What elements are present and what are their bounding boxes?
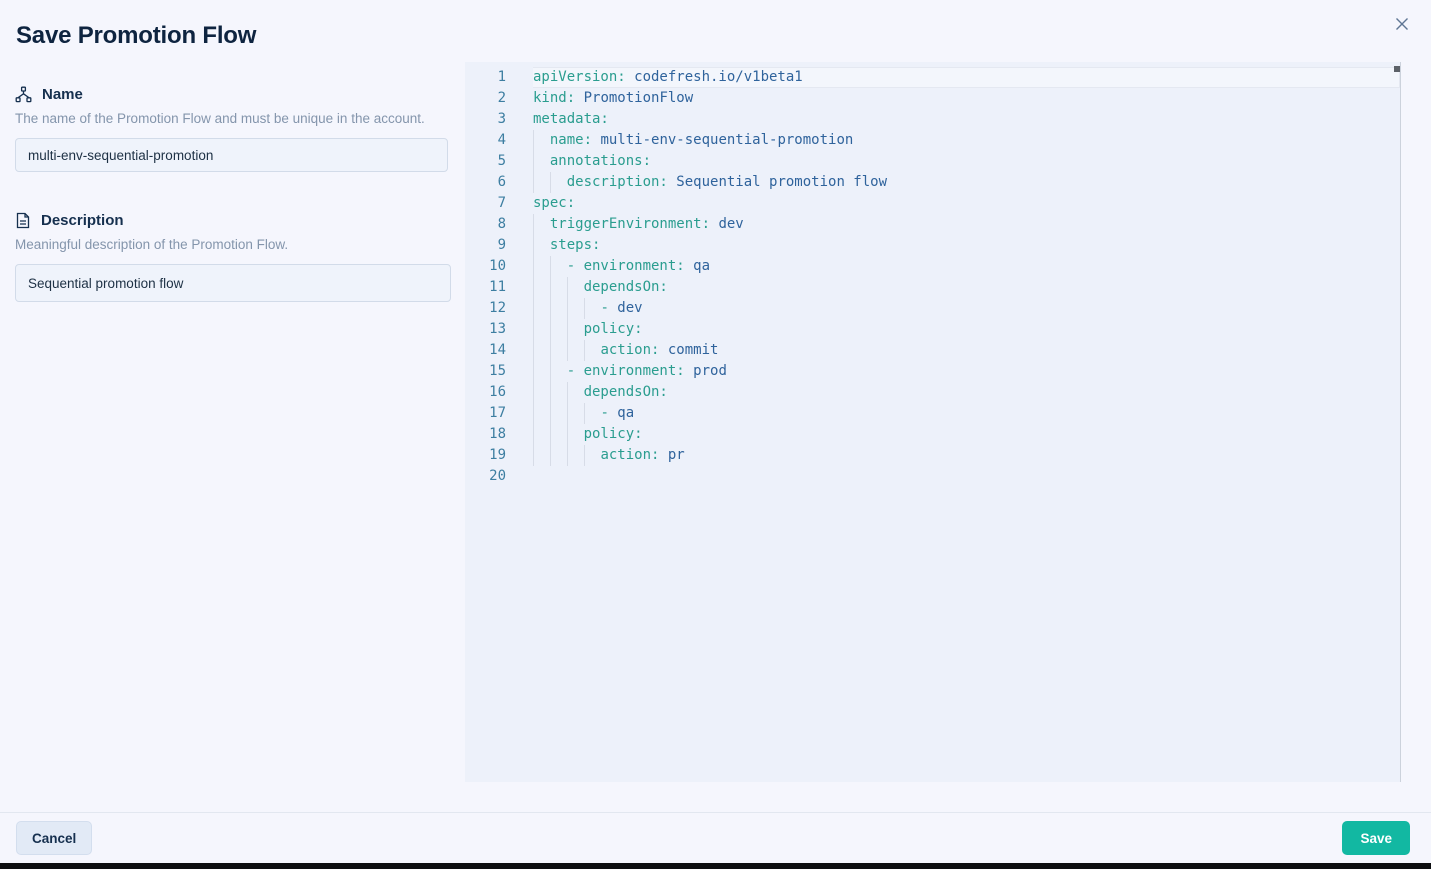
- code-line[interactable]: action: commit: [533, 340, 1400, 361]
- dialog-footer: Cancel Save: [0, 812, 1431, 863]
- description-field-header: Description: [15, 210, 450, 230]
- page-title: Save Promotion Flow: [16, 22, 256, 50]
- code-line[interactable]: - qa: [533, 403, 1400, 424]
- code-line[interactable]: action: pr: [533, 445, 1400, 466]
- line-number: 8: [465, 214, 506, 235]
- save-button[interactable]: Save: [1342, 821, 1410, 855]
- code-line[interactable]: policy:: [533, 424, 1400, 445]
- document-icon: [15, 212, 31, 229]
- save-promotion-flow-dialog: Save Promotion Flow Name The name of the…: [0, 0, 1431, 869]
- description-field-help: Meaningful description of the Promotion …: [15, 237, 450, 252]
- line-number: 4: [465, 130, 506, 151]
- description-input[interactable]: [15, 264, 451, 302]
- line-number: 13: [465, 319, 506, 340]
- line-number: 10: [465, 256, 506, 277]
- name-field-label: Name: [42, 86, 83, 103]
- overview-ruler-cursor-marker: [1394, 66, 1401, 72]
- code-line[interactable]: - environment: prod: [533, 361, 1400, 382]
- code-line[interactable]: [533, 466, 1400, 487]
- close-button[interactable]: [1392, 14, 1412, 34]
- line-number: 2: [465, 88, 506, 109]
- bottom-edge-strip: [0, 863, 1431, 869]
- yaml-editor[interactable]: 1234567891011121314151617181920 apiVersi…: [465, 62, 1401, 782]
- line-number: 7: [465, 193, 506, 214]
- line-number: 16: [465, 382, 506, 403]
- line-number: 18: [465, 424, 506, 445]
- line-number: 6: [465, 172, 506, 193]
- code-line[interactable]: apiVersion: codefresh.io/v1beta1: [533, 67, 1400, 88]
- name-field-group: Name The name of the Promotion Flow and …: [15, 84, 450, 172]
- code-line[interactable]: spec:: [533, 193, 1400, 214]
- code-line[interactable]: - dev: [533, 298, 1400, 319]
- cancel-button[interactable]: Cancel: [16, 821, 92, 855]
- line-number: 12: [465, 298, 506, 319]
- description-field-group: Description Meaningful description of th…: [15, 210, 450, 302]
- line-number: 11: [465, 277, 506, 298]
- code-line[interactable]: triggerEnvironment: dev: [533, 214, 1400, 235]
- code-line[interactable]: metadata:: [533, 109, 1400, 130]
- code-line[interactable]: policy:: [533, 319, 1400, 340]
- line-number: 1: [465, 67, 506, 88]
- name-field-header: Name: [15, 84, 450, 104]
- editor-code-area[interactable]: apiVersion: codefresh.io/v1beta1kind: Pr…: [533, 67, 1400, 782]
- code-line[interactable]: dependsOn:: [533, 277, 1400, 298]
- code-line[interactable]: kind: PromotionFlow: [533, 88, 1400, 109]
- code-line[interactable]: - environment: qa: [533, 256, 1400, 277]
- description-field-label: Description: [41, 212, 124, 229]
- form-panel: Name The name of the Promotion Flow and …: [0, 84, 465, 302]
- name-input[interactable]: [15, 138, 448, 172]
- line-number: 15: [465, 361, 506, 382]
- line-number: 3: [465, 109, 506, 130]
- line-number: 9: [465, 235, 506, 256]
- name-field-help: The name of the Promotion Flow and must …: [15, 111, 450, 126]
- code-line[interactable]: name: multi-env-sequential-promotion: [533, 130, 1400, 151]
- line-number: 20: [465, 466, 506, 487]
- line-number: 19: [465, 445, 506, 466]
- hierarchy-icon: [15, 86, 32, 103]
- code-line[interactable]: description: Sequential promotion flow: [533, 172, 1400, 193]
- close-icon: [1394, 16, 1410, 32]
- line-number: 17: [465, 403, 506, 424]
- code-line[interactable]: dependsOn:: [533, 382, 1400, 403]
- line-number: 5: [465, 151, 506, 172]
- code-line[interactable]: steps:: [533, 235, 1400, 256]
- line-number: 14: [465, 340, 506, 361]
- code-line[interactable]: annotations:: [533, 151, 1400, 172]
- editor-line-numbers: 1234567891011121314151617181920: [465, 67, 533, 782]
